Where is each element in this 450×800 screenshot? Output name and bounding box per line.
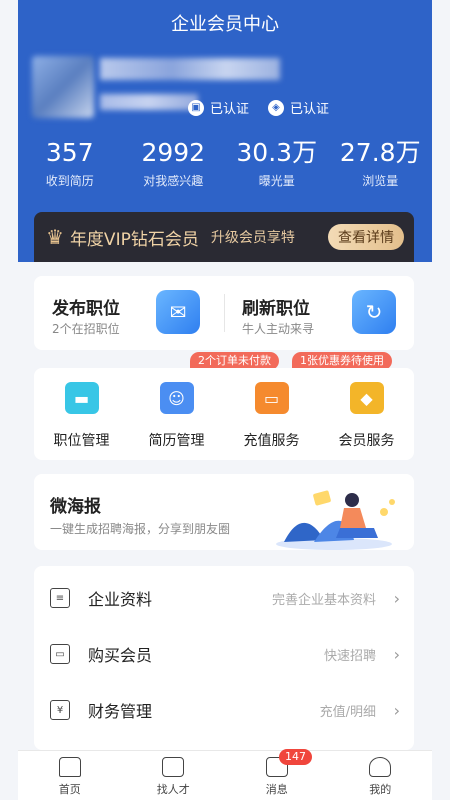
stat-label: 浏览量 <box>362 174 399 188</box>
chevron-right-icon: › <box>393 644 400 664</box>
menu-buy-membership[interactable]: ▭ 购买会员 快速招聘 › <box>34 626 414 682</box>
chevron-right-icon: › <box>393 700 400 720</box>
stat-resumes[interactable]: 357 收到简历 <box>18 138 122 189</box>
diamond-icon: ◆ <box>349 382 384 414</box>
bottom-tab-bar: 首页 找人才 147 消息 我的 <box>18 749 433 800</box>
page: 企业会员中心 ▣ 已认证 ◈ 已认证 357 收到简历 2992 对我感兴趣 3… <box>18 0 432 800</box>
crown-icon: ♛ <box>46 225 64 249</box>
wallet-icon: ▭ <box>50 644 70 664</box>
refresh-job-sub: 牛人主动来寻 <box>242 322 315 336</box>
company-name <box>100 58 280 80</box>
post-job-button[interactable]: 发布职位 2个在招职位 ✉ <box>34 276 224 350</box>
stat-value: 2992 <box>141 138 206 167</box>
service-label: 充值服务 <box>243 433 300 449</box>
service-recharge[interactable]: ▭ 充值服务 <box>224 368 319 460</box>
micro-poster-card[interactable]: 微海报 一键生成招聘海报，分享到朋友圈 <box>34 474 414 550</box>
tab-label: 消息 <box>265 783 288 796</box>
service-resume-management[interactable]: ☺ 简历管理 <box>129 368 224 460</box>
vip-title: 年度VIP钻石会员 <box>69 229 199 250</box>
stat-interested[interactable]: 2992 对我感兴趣 <box>122 138 226 189</box>
tab-messages[interactable]: 147 消息 <box>225 749 329 800</box>
user-icon <box>369 757 392 777</box>
tab-label: 找人才 <box>156 783 190 796</box>
post-job-sub: 2个在招职位 <box>52 322 120 336</box>
yuan-icon: ¥ <box>50 700 70 720</box>
cert-badge-personal[interactable]: ▣ 已认证 <box>188 98 249 117</box>
cert-badge-company[interactable]: ◈ 已认证 <box>268 98 329 117</box>
poster-subtitle: 一键生成招聘海报，分享到朋友圈 <box>50 522 231 536</box>
header: 企业会员中心 ▣ 已认证 ◈ 已认证 357 收到简历 2992 对我感兴趣 3… <box>18 0 432 262</box>
menu-company-profile[interactable]: ≡ 企业资料 完善企业基本资料 › <box>34 570 414 626</box>
jobs-card: 发布职位 2个在招职位 ✉ 刷新职位 牛人主动来寻 ↻ <box>34 276 414 350</box>
document-icon: ≡ <box>50 588 70 608</box>
tab-label: 我的 <box>369 783 392 796</box>
poster-title: 微海报 <box>50 497 101 517</box>
avatar[interactable] <box>32 56 94 118</box>
refresh-job-title: 刷新职位 <box>242 299 310 319</box>
post-job-title: 发布职位 <box>52 299 120 319</box>
briefcase-icon: ✉ <box>156 290 200 334</box>
cert-label: 已认证 <box>210 102 250 117</box>
menu-hint: 快速招聘 <box>323 648 376 664</box>
stat-views[interactable]: 27.8万 浏览量 <box>329 138 433 189</box>
cert-label: 已认证 <box>290 102 330 117</box>
service-label: 职位管理 <box>53 433 110 449</box>
services-card: ▬ 职位管理 ☺ 简历管理 ▭ 充值服务 ◆ 会员服务 <box>34 368 414 460</box>
settings-list: ≡ 企业资料 完善企业基本资料 › ▭ 购买会员 快速招聘 › ¥ 财务管理 充… <box>34 566 414 750</box>
tab-label: 首页 <box>58 783 81 796</box>
menu-finance[interactable]: ¥ 财务管理 充值/明细 › <box>34 682 414 738</box>
stat-value: 357 <box>45 138 94 167</box>
menu-hint: 完善企业基本资料 <box>271 592 376 608</box>
menu-label: 企业资料 <box>88 590 153 609</box>
refresh-icon: ↻ <box>352 290 396 334</box>
service-label: 简历管理 <box>148 433 205 449</box>
stat-label: 曝光量 <box>258 174 295 188</box>
shield-icon: ◈ <box>268 99 284 116</box>
stat-exposure[interactable]: 30.3万 曝光量 <box>225 138 329 189</box>
stat-label: 对我感兴趣 <box>143 174 204 188</box>
service-label: 会员服务 <box>338 433 395 449</box>
page-title: 企业会员中心 <box>171 14 279 35</box>
vip-banner[interactable]: ♛ 年度VIP钻石会员 升级会员享特 查看详情 <box>34 212 414 262</box>
id-card-icon: ▣ <box>188 99 204 116</box>
resume-icon: ☺ <box>159 382 194 414</box>
service-membership[interactable]: ◆ 会员服务 <box>319 368 414 460</box>
stat-value: 27.8万 <box>339 138 421 167</box>
stat-value: 30.3万 <box>236 138 318 167</box>
home-icon <box>58 757 81 777</box>
tab-talent[interactable]: 找人才 <box>122 751 226 800</box>
stat-label: 收到简历 <box>45 174 94 188</box>
service-job-management[interactable]: ▬ 职位管理 <box>34 368 129 460</box>
menu-hint: 充值/明细 <box>319 704 376 720</box>
poster-illustration <box>276 490 395 550</box>
stats-row: 357 收到简历 2992 对我感兴趣 30.3万 曝光量 27.8万 浏览量 <box>18 138 432 189</box>
talent-icon <box>162 757 185 777</box>
view-details-button[interactable]: 查看详情 <box>328 224 404 250</box>
menu-label: 财务管理 <box>88 702 153 721</box>
tab-home[interactable]: 首页 <box>18 751 122 800</box>
refresh-job-button[interactable]: 刷新职位 牛人主动来寻 ↻ <box>224 276 414 350</box>
wallet-card-icon: ▭ <box>254 382 289 414</box>
vip-subtitle: 升级会员享特 <box>210 230 295 246</box>
message-count-badge: 147 <box>279 749 312 765</box>
menu-label: 购买会员 <box>88 646 153 665</box>
folder-icon: ▬ <box>64 382 99 414</box>
user-name <box>100 94 198 110</box>
chevron-right-icon: › <box>393 588 400 608</box>
tab-me[interactable]: 我的 <box>329 751 433 800</box>
